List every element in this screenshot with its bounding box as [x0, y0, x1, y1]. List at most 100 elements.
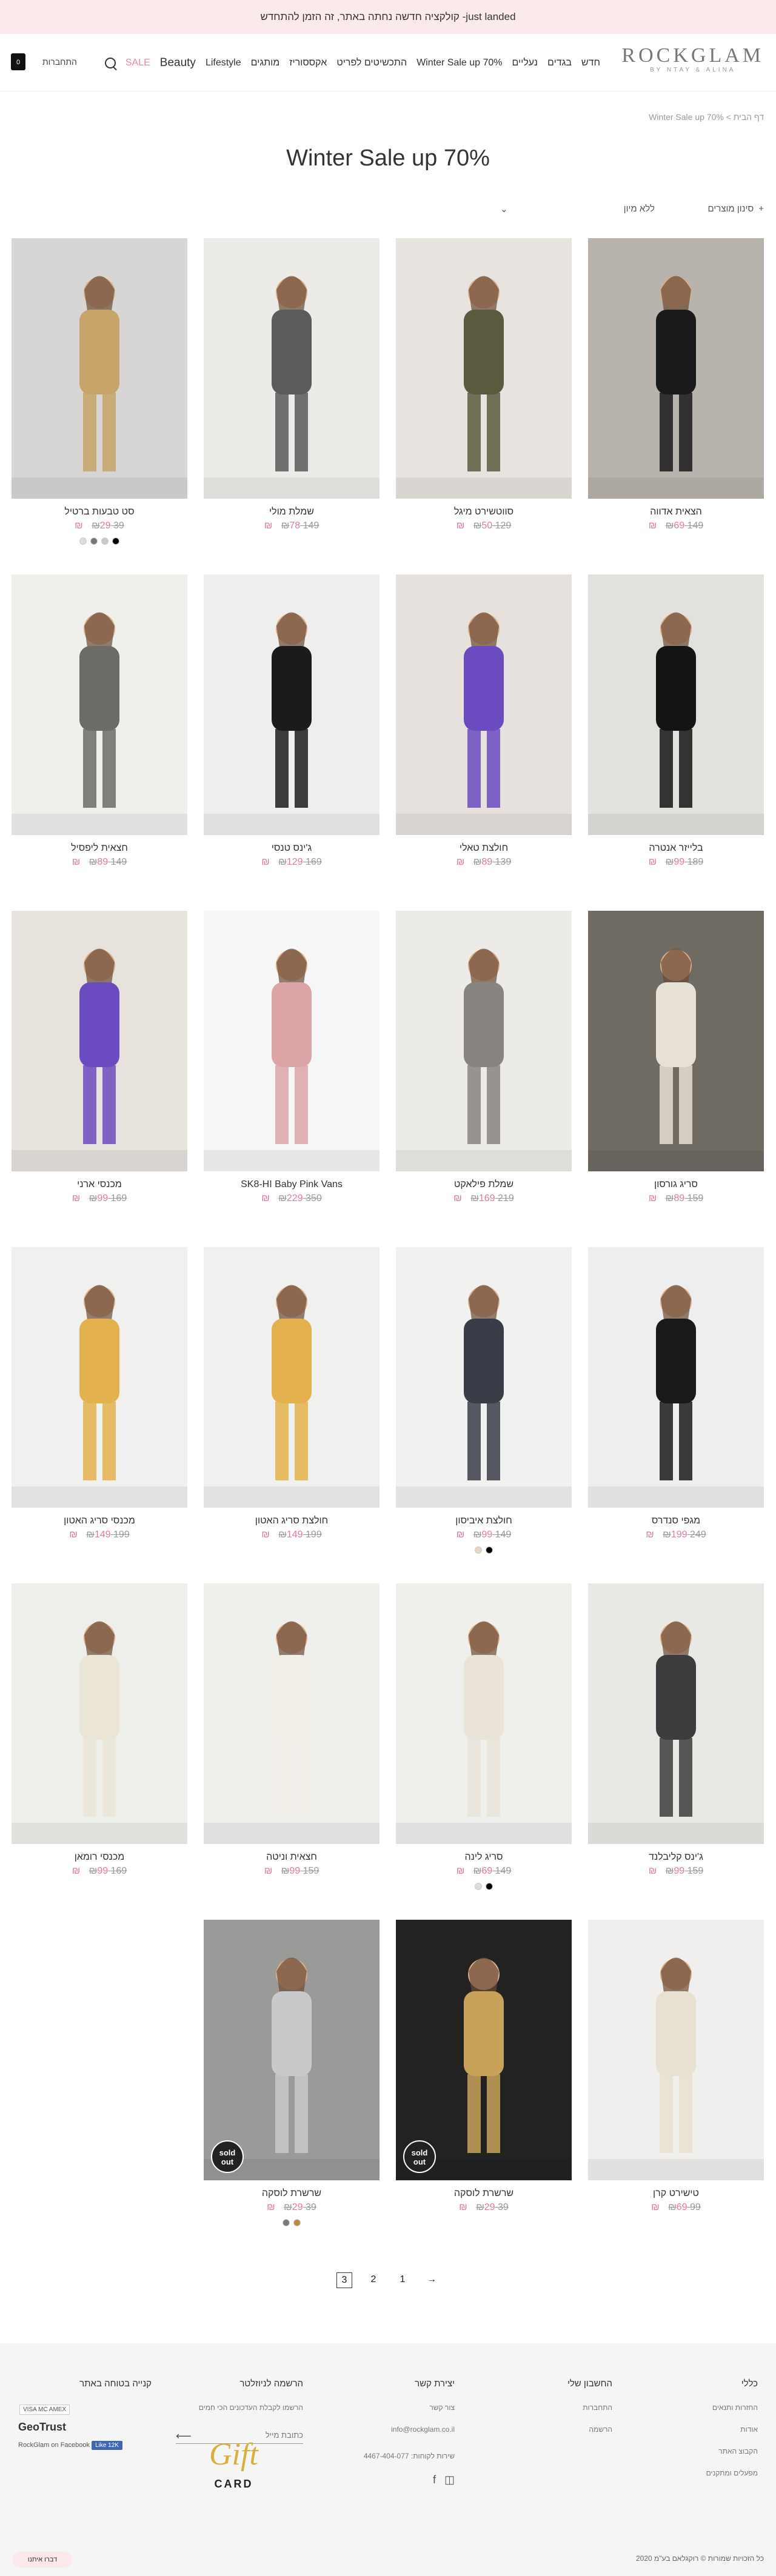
product-image[interactable]: [588, 1920, 764, 2180]
product-name[interactable]: מכנסי ארני: [12, 1179, 187, 1191]
product-image[interactable]: [204, 574, 380, 835]
product-card[interactable]: SK8-HI Baby Pink Vans 350 ₪229 ₪: [204, 911, 380, 1247]
product-name[interactable]: שרשרת לוסקה: [396, 2188, 572, 2200]
footer-link[interactable]: החזרות ותנאים: [637, 2403, 758, 2412]
product-image[interactable]: [12, 911, 187, 1171]
logo[interactable]: ROCKGLAM BY NTAY & ALINA: [621, 45, 764, 74]
product-image[interactable]: [204, 1247, 380, 1508]
product-image[interactable]: [204, 1583, 380, 1844]
color-swatch[interactable]: [101, 537, 109, 545]
product-image[interactable]: [12, 1247, 187, 1508]
product-name[interactable]: שמלת פילאקט: [396, 1179, 572, 1191]
product-name[interactable]: מכנסי סריג האטון: [12, 1515, 187, 1527]
footer-link[interactable]: מפעלים ומתקנים: [637, 2469, 758, 2477]
nav-item-winter-sale[interactable]: Winter Sale up 70%: [416, 58, 502, 68]
product-card[interactable]: מכנסי ארני 169 ₪99 ₪: [12, 911, 187, 1247]
product-card[interactable]: שמלת מולי 149 ₪78 ₪: [204, 238, 380, 574]
gift-card-logo[interactable]: Gift CARD: [209, 2439, 258, 2498]
product-name[interactable]: חצאית וניטה: [204, 1851, 380, 1863]
next-page-arrow-icon[interactable]: →: [424, 2272, 440, 2288]
product-card[interactable]: מכנסי רומאן 169 ₪99 ₪: [12, 1583, 187, 1920]
product-card[interactable]: סווטשירט מיגל 129 ₪50 ₪: [396, 238, 572, 574]
product-image[interactable]: [588, 1247, 764, 1508]
page-3[interactable]: 3: [336, 2272, 352, 2288]
product-card[interactable]: בלייזר אנטרה 189 ₪99 ₪: [588, 574, 764, 911]
sort-select[interactable]: ללא מיון ⌄: [500, 204, 655, 215]
product-name[interactable]: הצאית אדווה: [588, 506, 764, 518]
page-1[interactable]: 1: [395, 2272, 410, 2288]
nav-item-new[interactable]: חדש: [581, 58, 600, 68]
product-image[interactable]: sold out: [396, 1920, 572, 2180]
product-name[interactable]: חולצת סריג האטון: [204, 1515, 380, 1527]
product-card[interactable]: sold out שרשרת לוסקה 39 ₪29 ₪: [396, 1920, 572, 2256]
product-image[interactable]: [588, 1583, 764, 1844]
product-image[interactable]: [12, 574, 187, 835]
product-card[interactable]: חולצת איביסון 149 ₪99 ₪: [396, 1247, 572, 1583]
instagram-icon[interactable]: ◫: [444, 2474, 455, 2486]
product-image[interactable]: [204, 238, 380, 499]
product-image[interactable]: [396, 1583, 572, 1844]
product-name[interactable]: ג'ינס קליבלנד: [588, 1851, 764, 1863]
product-name[interactable]: סווטשירט מיגל: [396, 506, 572, 518]
product-card[interactable]: חולצת טאלי 139 ₪89 ₪: [396, 574, 572, 911]
color-swatch[interactable]: [486, 1546, 493, 1554]
product-card[interactable]: שמלת פילאקט 219 ₪169 ₪: [396, 911, 572, 1247]
chat-button[interactable]: דברו איתנו: [12, 2552, 73, 2568]
product-name[interactable]: סריג לינה: [396, 1851, 572, 1863]
product-card[interactable]: ג'ינס קליבלנד 159 ₪99 ₪: [588, 1583, 764, 1920]
facebook-page-link[interactable]: RockGlam on Facebook: [18, 2441, 90, 2449]
color-swatch[interactable]: [90, 537, 98, 545]
product-name[interactable]: שמלת מולי: [204, 506, 380, 518]
product-image[interactable]: [204, 911, 380, 1171]
search-icon[interactable]: [104, 57, 116, 68]
product-card[interactable]: סריג גורסון 159 ₪89 ₪: [588, 911, 764, 1247]
product-image[interactable]: [12, 238, 187, 499]
product-name[interactable]: ג'ינס טנסי: [204, 842, 380, 854]
color-swatch[interactable]: [475, 1546, 482, 1554]
product-card[interactable]: מכנסי סריג האטון 199 ₪149 ₪: [12, 1247, 187, 1583]
login-link[interactable]: התחברות: [42, 57, 77, 67]
product-card[interactable]: הצאית אדווה 149 ₪69 ₪: [588, 238, 764, 574]
product-card[interactable]: חולצת סריג האטון 199 ₪149 ₪: [204, 1247, 380, 1583]
product-card[interactable]: ג'ינס טנסי 169 ₪129 ₪: [204, 574, 380, 911]
product-name[interactable]: סריג גורסון: [588, 1179, 764, 1191]
product-image[interactable]: [396, 238, 572, 499]
product-image[interactable]: [12, 1583, 187, 1844]
nav-item-sale[interactable]: SALE: [125, 58, 150, 68]
product-card[interactable]: טישירט קרן 99 ₪69 ₪: [588, 1920, 764, 2256]
breadcrumb[interactable]: דף הבית > Winter Sale up 70%: [649, 112, 764, 122]
color-swatch[interactable]: [79, 537, 87, 545]
submit-arrow-icon[interactable]: ⟵: [176, 2430, 192, 2443]
facebook-icon[interactable]: f: [433, 2474, 436, 2486]
color-swatch[interactable]: [293, 2219, 301, 2226]
product-card[interactable]: חצאית ליפסיל 149 ₪89 ₪: [12, 574, 187, 911]
product-name[interactable]: מכנסי רומאן: [12, 1851, 187, 1863]
product-name[interactable]: סט טבעות ברטיל: [12, 506, 187, 518]
product-name[interactable]: חולצת איביסון: [396, 1515, 572, 1527]
nav-item-lifestyle[interactable]: Lifestyle: [206, 58, 241, 68]
nav-item-beauty[interactable]: Beauty: [160, 56, 196, 70]
product-card[interactable]: sold out שרשרת לוסקה 39 ₪29 ₪: [204, 1920, 380, 2256]
product-name[interactable]: טישירט קרן: [588, 2188, 764, 2200]
cart-icon[interactable]: 0: [11, 53, 25, 70]
product-name[interactable]: בלייזר אנטרה: [588, 842, 764, 854]
footer-link[interactable]: הרשמה: [491, 2425, 612, 2434]
product-image[interactable]: [396, 911, 572, 1171]
footer-link[interactable]: הקבוצ האתר: [637, 2447, 758, 2455]
product-image[interactable]: [588, 574, 764, 835]
product-image[interactable]: sold out: [204, 1920, 380, 2180]
page-2[interactable]: 2: [366, 2272, 381, 2288]
nav-item-clothing[interactable]: בגדים: [547, 58, 572, 68]
product-name[interactable]: SK8-HI Baby Pink Vans: [204, 1179, 380, 1191]
nav-item-shoes[interactable]: נעליים: [512, 58, 538, 68]
product-name[interactable]: מגפי סנדרס: [588, 1515, 764, 1527]
product-name[interactable]: חצאית ליפסיל: [12, 842, 187, 854]
nav-item-brands[interactable]: מותגים: [251, 58, 280, 68]
nav-item-jewelry[interactable]: התכשיטים לפריט: [336, 58, 407, 68]
facebook-like-button[interactable]: Like 12K: [92, 2441, 122, 2450]
filter-toggle[interactable]: + סינון מוצרים: [708, 204, 764, 214]
product-name[interactable]: שרשרת לוסקה: [204, 2188, 380, 2200]
footer-link[interactable]: צור קשר: [333, 2403, 455, 2412]
product-card[interactable]: סט טבעות ברטיל 39 ₪29 ₪: [12, 238, 187, 574]
nav-item-accessories[interactable]: אקססוריז: [289, 58, 327, 68]
